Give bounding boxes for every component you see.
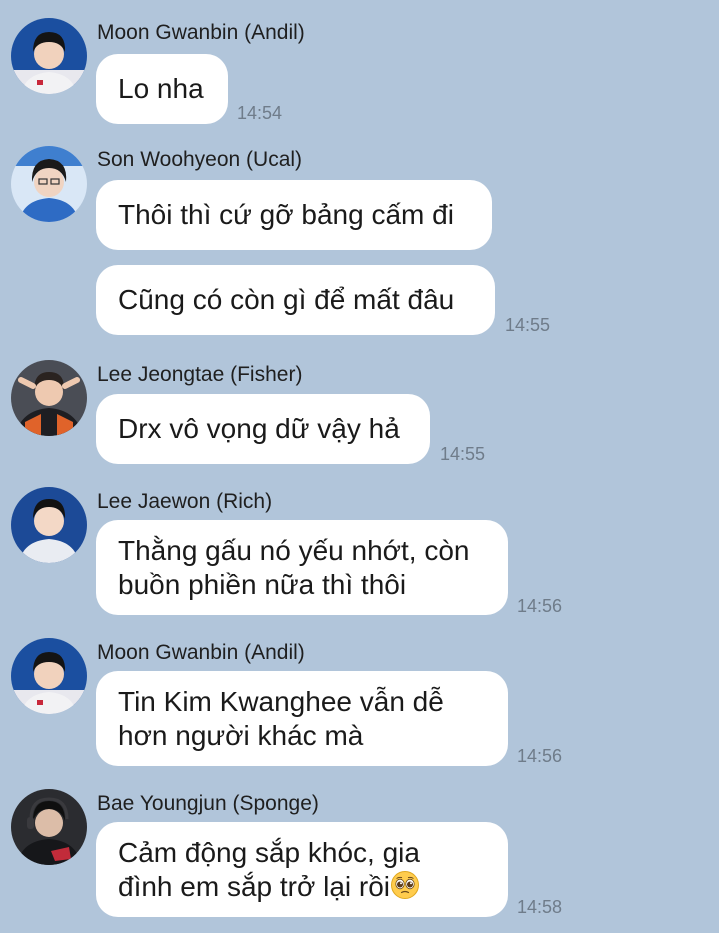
message-text-line-with-emoji: đình em sắp trở lại rồi	[118, 870, 486, 904]
message-bubble[interactable]: Cũng có còn gì để mất đâu	[96, 265, 495, 335]
message-text-line: đình em sắp trở lại rồi	[118, 870, 391, 902]
avatar-ucal[interactable]	[11, 146, 87, 222]
message-text: Drx vô vọng dữ vậy hả	[118, 413, 400, 444]
sender-name: Moon Gwanbin (Andil)	[97, 641, 305, 664]
message-text-line: hơn người khác mà	[118, 719, 364, 751]
message-bubble[interactable]: Drx vô vọng dữ vậy hả	[96, 394, 430, 464]
message-timestamp: 14:56	[517, 596, 563, 616]
sender-name: Bae Youngjun (Sponge)	[97, 792, 319, 815]
avatar-andil[interactable]	[11, 18, 87, 94]
message-text-line: Thằng gấu nó yếu nhớt, còn	[118, 534, 470, 566]
sender-name: Moon Gwanbin (Andil)	[97, 21, 305, 44]
message-timestamp: 14:58	[517, 897, 563, 917]
sender-name: Lee Jaewon (Rich)	[97, 490, 273, 513]
message-bubble[interactable]: Thôi thì cứ gỡ bảng cấm đi	[96, 180, 492, 250]
message-bubble[interactable]: Lo nha	[96, 54, 228, 124]
message-timestamp: 14:54	[237, 103, 283, 123]
message-bubble[interactable]: Tin Kim Kwanghee vẫn dễ hơn người khác m…	[96, 671, 508, 766]
pleading-face-emoji-icon	[390, 870, 420, 900]
message-text-line: Cảm động sắp khóc, gia	[118, 836, 420, 868]
message-timestamp: 14:55	[505, 315, 551, 335]
avatar-sponge[interactable]	[11, 789, 87, 865]
message-bubble[interactable]: Thằng gấu nó yếu nhớt, còn buồn phiền nữ…	[96, 520, 508, 615]
message-text: Thôi thì cứ gỡ bảng cấm đi	[118, 199, 454, 230]
message-timestamp: 14:55	[440, 444, 486, 464]
avatar-fisher[interactable]	[11, 360, 87, 436]
avatar-rich[interactable]	[11, 487, 87, 563]
message-text: Lo nha	[118, 73, 204, 104]
chat-thread[interactable]: Moon Gwanbin (Andil) Lo nha 14:54 Son Wo…	[0, 0, 719, 933]
message-text-line: Tin Kim Kwanghee vẫn dễ	[118, 685, 444, 717]
message-timestamp: 14:56	[517, 746, 563, 766]
message-text-line: buồn phiền nữa thì thôi	[118, 568, 407, 600]
sender-name: Lee Jeongtae (Fisher)	[97, 363, 303, 386]
sender-name: Son Woohyeon (Ucal)	[97, 148, 303, 171]
message-text: Cũng có còn gì để mất đâu	[118, 284, 455, 315]
message-bubble[interactable]: Cảm động sắp khóc, gia đình em sắp trở l…	[96, 822, 508, 917]
avatar-andil[interactable]	[11, 638, 87, 714]
